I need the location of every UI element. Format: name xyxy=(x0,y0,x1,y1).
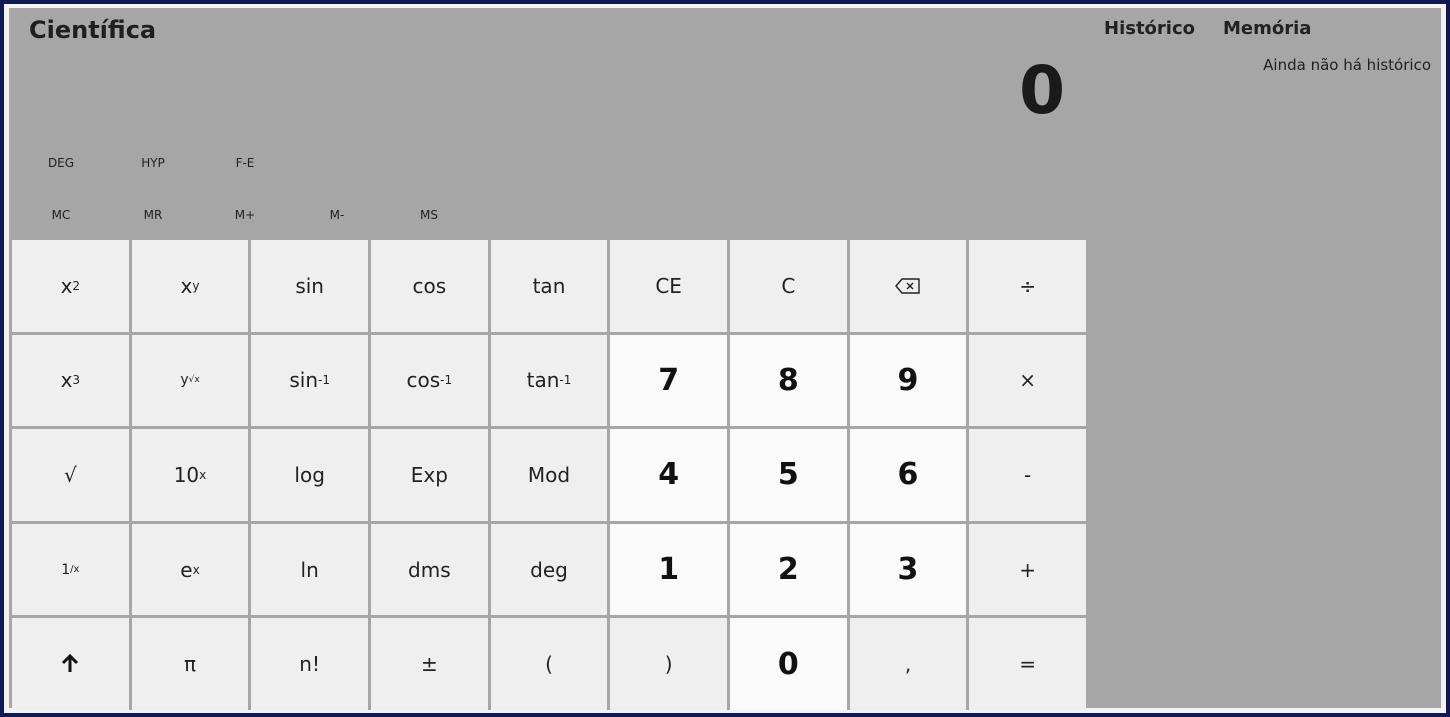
power-button[interactable]: xy xyxy=(131,240,249,332)
close-paren-button[interactable]: ) xyxy=(610,618,727,710)
ten-power-label: 10 xyxy=(173,462,200,487)
reciprocal-button[interactable]: 1/x xyxy=(12,523,129,616)
factorial-button[interactable]: n! xyxy=(251,618,368,710)
clear-entry-button[interactable]: CE xyxy=(610,240,727,332)
atan-button[interactable]: tan -1 xyxy=(490,334,608,427)
memory-add-button[interactable]: M+ xyxy=(215,204,275,226)
atan-label: tan xyxy=(526,368,560,393)
e-power-label: e xyxy=(180,557,193,582)
asin-label: sin xyxy=(289,368,318,393)
square-root-button[interactable]: √ xyxy=(12,429,129,521)
subtract-button[interactable]: - xyxy=(969,429,1086,521)
digit-4-button[interactable]: 4 xyxy=(610,429,727,521)
digit-5-button[interactable]: 5 xyxy=(729,429,847,521)
shift-button[interactable] xyxy=(12,618,129,710)
dms-button[interactable]: dms xyxy=(370,523,488,616)
square-button[interactable]: x2 xyxy=(12,240,129,332)
deg-button[interactable]: deg xyxy=(490,523,608,616)
negate-button[interactable]: ± xyxy=(370,618,488,710)
mode-title: Científica xyxy=(29,16,157,44)
memory-recall-button[interactable]: MR xyxy=(123,204,183,226)
tab-memory[interactable]: Memória xyxy=(1223,18,1311,39)
digit-8-button[interactable]: 8 xyxy=(729,334,847,427)
digit-1-button[interactable]: 1 xyxy=(610,523,727,616)
exp-button[interactable]: Exp xyxy=(370,429,488,521)
log-button[interactable]: log xyxy=(251,429,368,521)
decimal-separator-button[interactable]: , xyxy=(849,618,967,710)
tan-button[interactable]: tan xyxy=(490,240,608,332)
equals-button[interactable]: = xyxy=(969,618,1086,710)
square-label: x xyxy=(60,273,73,298)
calculator-app: Científica 0 DEG HYP F-E MC MR M+ M- MS … xyxy=(9,8,1441,710)
mod-button[interactable]: Mod xyxy=(490,429,608,521)
cos-button[interactable]: cos xyxy=(370,240,488,332)
open-paren-button[interactable]: ( xyxy=(490,618,608,710)
digit-2-button[interactable]: 2 xyxy=(729,523,847,616)
backspace-button[interactable] xyxy=(849,240,967,332)
up-arrow-icon xyxy=(62,654,79,673)
cube-button[interactable]: x3 xyxy=(12,334,129,427)
acos-label: cos xyxy=(406,368,441,393)
hyp-toggle-button[interactable]: HYP xyxy=(123,152,183,174)
backspace-icon xyxy=(895,278,920,294)
add-button[interactable]: + xyxy=(969,523,1086,616)
ln-button[interactable]: ln xyxy=(251,523,368,616)
digit-9-button[interactable]: 9 xyxy=(849,334,967,427)
memory-subtract-button[interactable]: M- xyxy=(307,204,367,226)
digit-0-button[interactable]: 0 xyxy=(729,618,847,710)
multiply-button[interactable]: × xyxy=(969,334,1086,427)
acos-button[interactable]: cos -1 xyxy=(370,334,488,427)
calculator-window: Científica 0 DEG HYP F-E MC MR M+ M- MS … xyxy=(4,4,1446,713)
clear-button[interactable]: C xyxy=(729,240,847,332)
deg-toggle-button[interactable]: DEG xyxy=(31,152,91,174)
ten-power-button[interactable]: 10 x xyxy=(131,429,249,521)
y-root-x-button[interactable]: y √x xyxy=(131,334,249,427)
y-root-label: y xyxy=(180,372,189,389)
power-label: x xyxy=(180,273,193,298)
asin-button[interactable]: sin -1 xyxy=(251,334,368,427)
memory-store-button[interactable]: MS xyxy=(399,204,459,226)
tab-history[interactable]: Histórico xyxy=(1104,18,1195,39)
e-power-button[interactable]: ex xyxy=(131,523,249,616)
digit-6-button[interactable]: 6 xyxy=(849,429,967,521)
digit-7-button[interactable]: 7 xyxy=(610,334,727,427)
keypad: x2 xy sin cos tan CE C ÷ x3 y √x sin -1 co… xyxy=(12,240,1086,710)
sin-button[interactable]: sin xyxy=(251,240,368,332)
pi-button[interactable]: π xyxy=(131,618,249,710)
memory-clear-button[interactable]: MC xyxy=(31,204,91,226)
side-panel: Histórico Memória Ainda não há histórico xyxy=(1095,8,1441,708)
divide-button[interactable]: ÷ xyxy=(969,240,1086,332)
result-display: 0 xyxy=(1019,52,1065,129)
fe-toggle-button[interactable]: F-E xyxy=(215,152,275,174)
cube-label: x xyxy=(60,368,73,393)
digit-3-button[interactable]: 3 xyxy=(849,523,967,616)
history-empty-message: Ainda não há histórico xyxy=(1263,56,1431,74)
